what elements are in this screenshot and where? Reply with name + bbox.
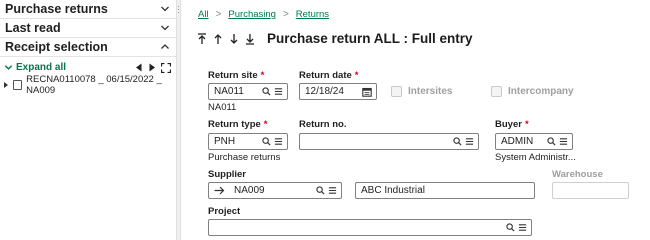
section-purchase-returns[interactable]: Purchase returns: [0, 0, 176, 19]
buyer-field[interactable]: ADMIN: [495, 133, 573, 150]
return-site-field[interactable]: NA011: [208, 83, 288, 100]
return-no-label: Return no.: [299, 119, 347, 130]
breadcrumb-all[interactable]: All: [198, 9, 209, 20]
return-date-label: Return date *: [299, 70, 359, 81]
title-bar: Purchase return ALL : Full entry: [197, 31, 473, 46]
breadcrumb: All > Purchasing > Returns: [198, 9, 329, 20]
intersites-checkbox: Intersites: [391, 86, 452, 97]
warehouse-field: [552, 182, 629, 199]
intercompany-checkbox: Intercompany: [491, 86, 574, 97]
breadcrumb-purchasing[interactable]: Purchasing: [228, 9, 276, 20]
supplier-name-value: ABC Industrial: [361, 185, 425, 196]
project-field[interactable]: [208, 219, 532, 236]
return-site-label: Return site *: [208, 70, 265, 81]
return-date-field[interactable]: 12/18/24: [299, 83, 377, 100]
checkbox-box: [491, 86, 502, 97]
page-title: Purchase return ALL : Full entry: [267, 31, 473, 46]
calendar-icon[interactable]: [362, 87, 372, 97]
buyer-description: System Administr...: [495, 152, 576, 163]
return-type-value: PNH: [214, 136, 236, 147]
expand-all-button[interactable]: Expand all: [4, 62, 66, 73]
buyer-value: ADMIN: [501, 136, 534, 147]
buyer-label: Buyer *: [495, 119, 529, 130]
chevron-down-icon: [4, 65, 13, 70]
expand-caret-icon[interactable]: [4, 81, 8, 88]
supplier-value: NA009: [234, 185, 265, 196]
intersites-label: Intersites: [408, 86, 453, 97]
supplier-field[interactable]: NA009: [208, 182, 342, 199]
return-type-description: Purchase returns: [208, 152, 281, 163]
supplier-name-field: ABC Industrial: [355, 182, 535, 199]
return-type-label: Return type *: [208, 119, 268, 130]
last-record-icon[interactable]: [245, 33, 255, 45]
arrow-right-icon[interactable]: [214, 186, 225, 195]
tree-item[interactable]: RECNA0110078 _ 06/15/2022 _ NA009: [0, 73, 176, 96]
previous-record-icon[interactable]: [213, 33, 223, 45]
search-icon[interactable]: [262, 137, 271, 146]
return-date-value: 12/18/24: [305, 86, 344, 97]
fullscreen-icon[interactable]: [161, 62, 171, 73]
section-label: Receipt selection: [5, 40, 108, 54]
search-icon[interactable]: [547, 137, 556, 146]
previous-icon[interactable]: [135, 63, 143, 72]
section-label: Purchase returns: [5, 2, 108, 16]
tree-item-checkbox[interactable]: [13, 79, 23, 90]
menu-icon[interactable]: [465, 137, 474, 146]
return-site-description: NA011: [208, 102, 237, 113]
warehouse-label: Warehouse: [552, 169, 603, 180]
search-icon[interactable]: [262, 87, 271, 96]
main-content: All > Purchasing > Returns Purchase retu…: [181, 0, 650, 240]
next-icon[interactable]: [148, 63, 156, 72]
expand-all-label: Expand all: [16, 62, 67, 73]
return-site-value: NA011: [214, 86, 244, 97]
next-record-icon[interactable]: [229, 33, 239, 45]
return-type-field[interactable]: PNH: [208, 133, 288, 150]
breadcrumb-separator: >: [282, 9, 289, 20]
menu-icon[interactable]: [274, 137, 283, 146]
chevron-down-icon[interactable]: [160, 23, 170, 33]
return-no-field[interactable]: [299, 133, 479, 150]
breadcrumb-separator: >: [215, 9, 222, 20]
section-receipt-selection[interactable]: Receipt selection: [0, 38, 176, 57]
section-last-read[interactable]: Last read: [0, 19, 176, 38]
search-icon[interactable]: [506, 223, 515, 232]
menu-icon[interactable]: [518, 223, 527, 232]
left-panel: Purchase returns Last read Receipt selec…: [0, 0, 176, 240]
search-icon[interactable]: [316, 186, 325, 195]
chevron-down-icon[interactable]: [160, 4, 170, 14]
breadcrumb-returns[interactable]: Returns: [296, 9, 329, 20]
section-label: Last read: [5, 21, 61, 35]
chevron-up-icon[interactable]: [160, 42, 170, 52]
search-icon[interactable]: [453, 137, 462, 146]
menu-icon[interactable]: [274, 87, 283, 96]
first-record-icon[interactable]: [197, 32, 207, 45]
project-label: Project: [208, 206, 241, 217]
tree-item-label: RECNA0110078 _ 06/15/2022 _ NA009: [26, 73, 162, 96]
menu-icon[interactable]: [328, 186, 337, 195]
intercompany-label: Intercompany: [508, 86, 574, 97]
checkbox-box: [391, 86, 402, 97]
supplier-label: Supplier: [208, 169, 247, 180]
menu-icon[interactable]: [559, 137, 568, 146]
